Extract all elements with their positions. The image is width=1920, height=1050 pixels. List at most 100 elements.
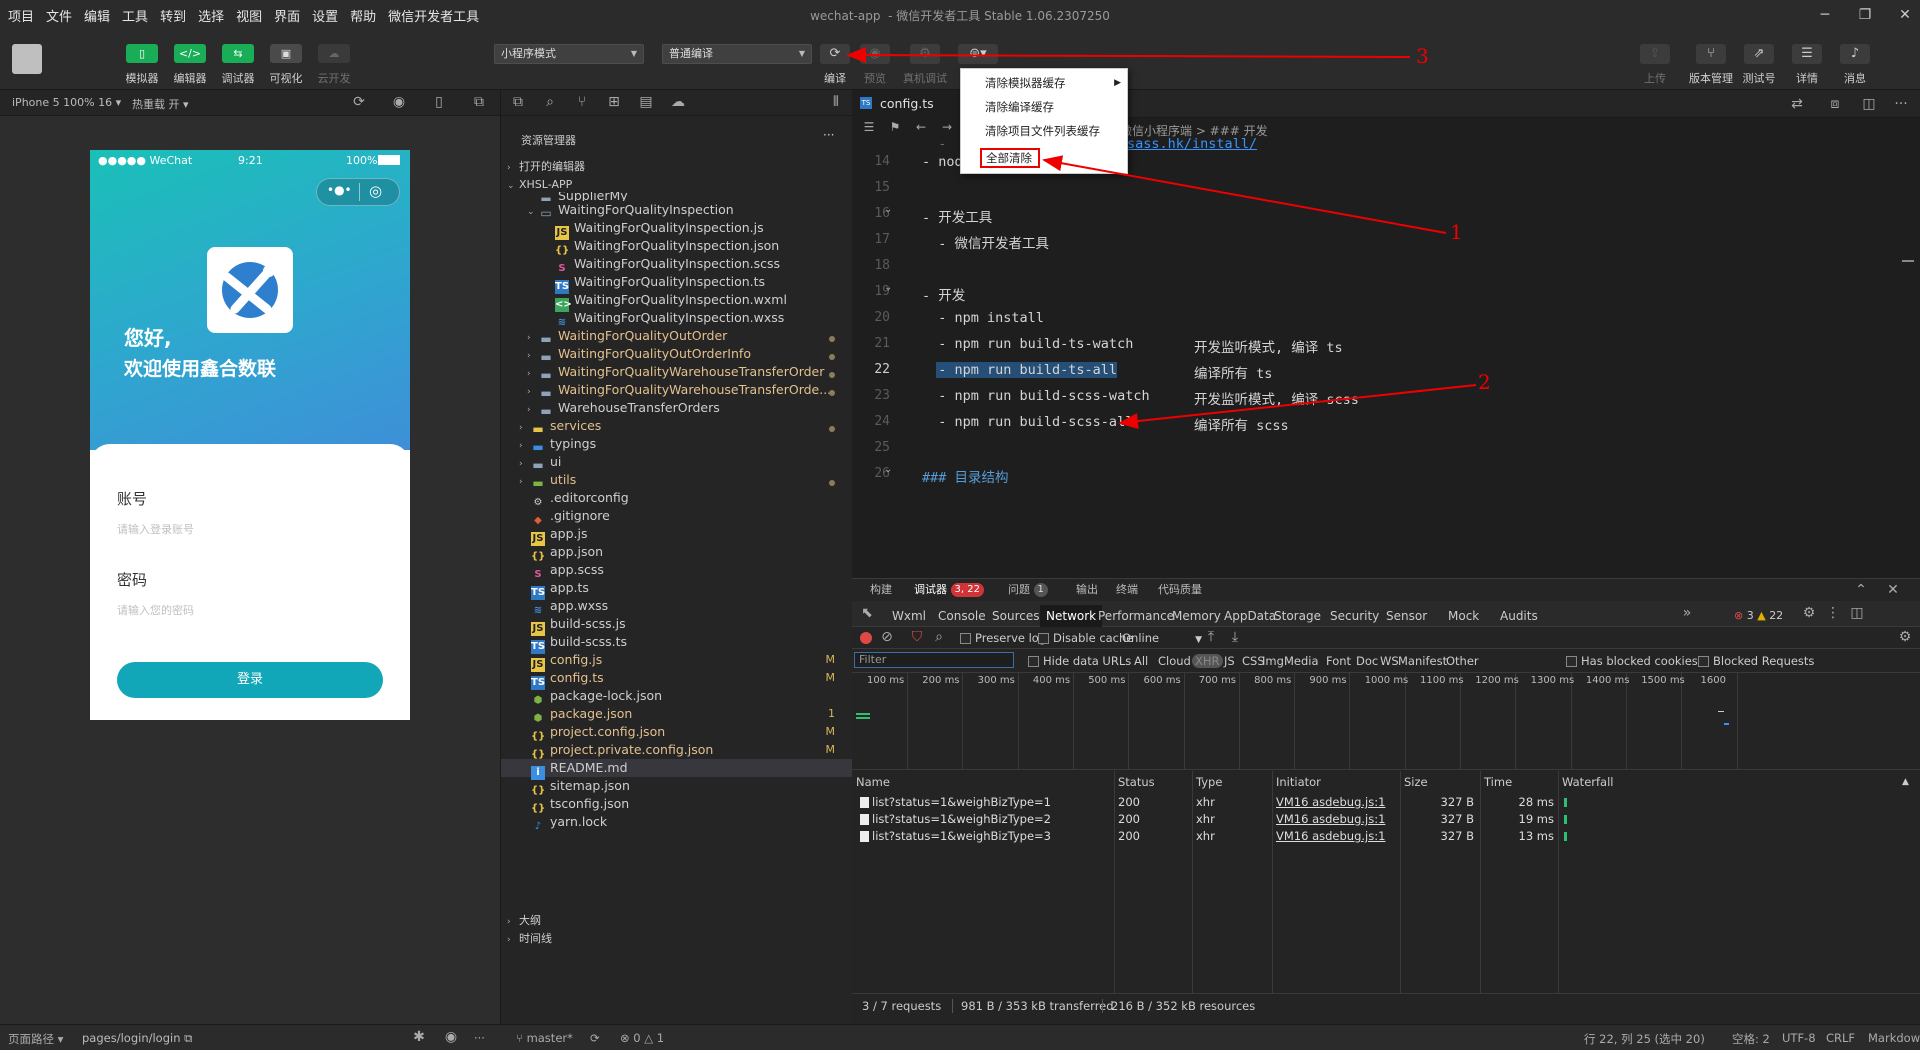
preserve-log-checkbox[interactable]: Preserve log [960, 631, 1046, 645]
filter-input[interactable]: Filter [854, 652, 1014, 668]
indentation[interactable]: 空格: 2 [1732, 1031, 1770, 1047]
blocked-cookies-checkbox[interactable]: Has blocked cookies [1566, 654, 1698, 668]
column-header-type[interactable]: Type [1196, 772, 1222, 792]
file-tree-item[interactable]: › ▬ WaitingForQualityOutOrderInfo [501, 345, 853, 364]
page-path[interactable]: pages/login/login ⧉ [82, 1031, 192, 1046]
split-editor-icon[interactable]: ◫ [1860, 96, 1878, 112]
download-icon[interactable]: ⤓ [1226, 629, 1244, 645]
panel-tab-wxml[interactable]: Wxml [892, 605, 926, 627]
upload-icon[interactable]: ⤒ [1202, 629, 1220, 645]
tab-terminal[interactable]: 终端 [1116, 579, 1138, 601]
close-miniprogram-icon[interactable]: ◎ [369, 182, 382, 200]
storage-icon[interactable]: ▤ [637, 94, 655, 110]
more-icon[interactable]: ··· [823, 128, 834, 142]
settings-icon[interactable]: ⚙ [1896, 629, 1914, 645]
simulator-button[interactable]: ▯ [126, 44, 158, 63]
file-tree-item[interactable]: JS build-scss.js [501, 615, 853, 636]
menu-item-10[interactable]: 微信开发者工具 [388, 6, 479, 25]
compile-button[interactable]: ⟳ [820, 44, 850, 64]
panel-tab-network[interactable]: Network [1040, 605, 1103, 627]
dock-icon[interactable]: ◫ [1848, 605, 1866, 621]
tab-code-quality[interactable]: 代码质量 [1158, 579, 1202, 601]
menu-item-8[interactable]: 设置 [312, 6, 338, 25]
page-path-select[interactable]: 页面路径 ▾ [8, 1031, 63, 1047]
column-header-time[interactable]: Time [1484, 772, 1512, 792]
preview-button[interactable]: ◉ [860, 44, 890, 64]
refresh-icon[interactable]: ⟳ [350, 94, 368, 110]
fold-chevron-icon[interactable]: ⌄ [884, 282, 892, 293]
more-icon[interactable]: ··· [474, 1031, 485, 1045]
file-tree-item[interactable]: TS app.ts [501, 579, 853, 600]
filter-icon[interactable]: ⛉ [908, 629, 926, 645]
fold-chevron-icon[interactable]: ⌄ [884, 464, 892, 475]
blocked-requests-checkbox[interactable]: Blocked Requests [1698, 654, 1814, 668]
error-warning-counter[interactable]: ⊗ 3 ▲ 22 [1734, 609, 1783, 622]
hotreload-toggle[interactable]: 热重载 开 ▾ [132, 96, 189, 112]
file-tree-item[interactable]: ▬ SupplierMy [501, 192, 853, 201]
forward-icon[interactable]: → [938, 120, 956, 134]
cell-init[interactable]: VM16 asdebug.js:1 [1276, 812, 1385, 826]
device-select[interactable]: iPhone 5 100% 16 ▾ [12, 96, 121, 109]
type-filter-all[interactable]: All [1134, 654, 1148, 668]
avatar[interactable] [12, 44, 42, 74]
file-tree-item[interactable]: ⚙ .editorconfig [501, 489, 853, 508]
file-tree-item[interactable]: {} app.json [501, 543, 853, 562]
menu-item-9[interactable]: 帮助 [350, 6, 376, 25]
panel-tab-security[interactable]: Security [1330, 605, 1379, 627]
upload-button[interactable]: ⇪ [1640, 44, 1670, 64]
type-filter-cloud[interactable]: Cloud [1158, 654, 1191, 668]
search-icon[interactable]: ⌕ [541, 94, 559, 110]
account-input[interactable]: 请输入登录账号 [117, 521, 383, 539]
sync-icon[interactable]: ⟳ [590, 1031, 600, 1045]
problems-indicator[interactable]: ⊗ 0 △ 1 [620, 1031, 664, 1045]
menu-item-7[interactable]: 界面 [274, 6, 300, 25]
column-header-status[interactable]: Status [1118, 772, 1155, 792]
back-icon[interactable]: ← [912, 120, 930, 134]
file-tree-item[interactable]: › ▬ WaitingForQualityWarehouseTransferOrde… [501, 381, 853, 400]
line-ending[interactable]: CRLF [1826, 1031, 1855, 1045]
file-tree-item[interactable]: JS app.js [501, 525, 853, 546]
file-tree-item[interactable]: ≋ app.wxss [501, 597, 853, 616]
file-tree-item[interactable]: Sapp.scss [501, 561, 853, 580]
file-tree-item[interactable]: {} project.config.json M [501, 723, 853, 742]
clear-cache-button[interactable]: ⊜▾ [958, 44, 998, 64]
testid-button[interactable]: ⇗ [1744, 44, 1774, 64]
type-filter-ws[interactable]: WS [1380, 654, 1399, 668]
more-icon[interactable]: ⋮ [1824, 605, 1842, 621]
type-filter-xhr[interactable]: XHR [1192, 654, 1223, 668]
debugger-button[interactable]: ⇆ [222, 44, 254, 63]
more-icon[interactable]: •●• [327, 183, 352, 197]
file-tree-item[interactable]: TS config.ts M [501, 669, 853, 690]
type-filter-other[interactable]: Other [1446, 654, 1479, 668]
panel-tab-appdata[interactable]: AppData [1224, 605, 1276, 627]
panel-tab-console[interactable]: Console [938, 605, 986, 627]
cloud-button[interactable]: ☁ [318, 44, 350, 63]
file-tree-item[interactable]: › ▬ utils [501, 471, 853, 490]
menu-item-3[interactable]: 工具 [122, 6, 148, 25]
file-tree-item[interactable]: <> WaitingForQualityInspection.wxml [501, 291, 853, 312]
timeline-section[interactable]: › 时间线 [501, 928, 853, 950]
panel-tab-audits[interactable]: Audits [1500, 605, 1538, 627]
minimize-icon[interactable]: ─ [1810, 4, 1840, 26]
cell-init[interactable]: VM16 asdebug.js:1 [1276, 829, 1385, 843]
password-input[interactable]: 请输入您的密码 [117, 602, 383, 620]
column-header-waterfall[interactable]: Waterfall [1562, 772, 1613, 792]
tab-problems[interactable]: 问题 1 [1008, 579, 1048, 601]
split-icon[interactable]: ⫴ [827, 94, 845, 110]
inspect-icon[interactable]: ⬉ [858, 605, 876, 621]
file-tree-item[interactable]: › ▬ WarehouseTransferOrders [501, 399, 853, 418]
capsule-menu[interactable]: •●• ◎ [316, 178, 400, 206]
menu-item-4[interactable]: 转到 [160, 6, 186, 25]
cell-init[interactable]: VM16 asdebug.js:1 [1276, 795, 1385, 809]
column-header-size[interactable]: Size [1404, 772, 1428, 792]
fold-chevron-icon[interactable]: ⌄ [884, 204, 892, 215]
file-tree-item[interactable]: ⬢ package-lock.json [501, 687, 853, 706]
collapse-icon[interactable]: ⌃ [1852, 582, 1870, 598]
settings-icon[interactable]: ⚙ [1800, 605, 1818, 621]
mode-select[interactable]: 小程序模式 ▼ [494, 44, 644, 64]
file-tree-item[interactable]: JS config.js M [501, 651, 853, 672]
more-panels-icon[interactable]: » [1678, 605, 1696, 621]
file-tree-item[interactable]: › ▬ ui [501, 453, 853, 472]
type-filter-doc[interactable]: Doc [1356, 654, 1378, 668]
branch-indicator[interactable]: ⑂ master* [516, 1031, 573, 1045]
